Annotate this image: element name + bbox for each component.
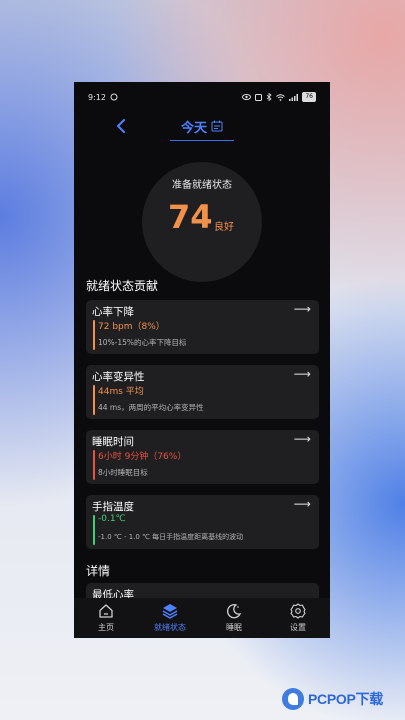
status-bar-indicator <box>93 515 95 545</box>
card-description: 44 ms，两周的平均心率变异性 <box>98 403 204 412</box>
card-description: -1.0 ℃ - 1.0 ℃ 每日手指温度距离基线的波动 <box>98 533 244 541</box>
details-section-title: 详情 <box>86 564 111 578</box>
pcpop-logo-icon <box>282 688 304 710</box>
home-icon <box>99 604 113 618</box>
back-button[interactable] <box>114 115 128 137</box>
card-value: 6小时 9分钟（76%） <box>98 452 187 462</box>
status-bar-indicator <box>93 385 95 415</box>
calendar-icon <box>211 120 223 132</box>
nav-sleep[interactable]: 睡眠 <box>202 598 266 638</box>
score-label: 准备就绪状态 <box>172 180 232 191</box>
layers-icon <box>162 604 178 619</box>
nav-label: 睡眠 <box>226 623 242 632</box>
watermark-brand: PCPOP下载 <box>308 691 383 707</box>
card-title: 心率下降 <box>92 306 134 318</box>
score-grade: 良好 <box>214 222 234 233</box>
date-selector[interactable]: 今天 <box>170 112 234 141</box>
nfc-icon <box>255 93 263 101</box>
status-bar: 9:12 76 <box>74 82 330 112</box>
phone-screen: 9:12 76 今天 准备就绪状态 74 良好 就绪状态贡献 心率下降 ⟶ 72… <box>74 82 330 638</box>
moon-icon <box>227 604 242 619</box>
eye-icon <box>242 94 252 100</box>
nav-readiness[interactable]: 就绪状态 <box>138 598 202 638</box>
arrow-right-icon: ⟶ <box>293 367 311 381</box>
nav-home[interactable]: 主页 <box>74 598 138 638</box>
signal-icon <box>289 93 299 101</box>
nav-settings[interactable]: 设置 <box>266 598 330 638</box>
chevron-left-icon <box>117 119 125 133</box>
card-heart-rate-drop[interactable]: 心率下降 ⟶ 72 bpm（8%） 10%-15%的心率下降目标 <box>86 300 319 354</box>
card-sleep-time[interactable]: 睡眠时间 ⟶ 6小时 9分钟（76%） 8小时睡眠目标 <box>86 430 319 484</box>
card-finger-temperature[interactable]: 手指温度 ⟶ -0.1℃ -1.0 ℃ - 1.0 ℃ 每日手指温度距离基线的波… <box>86 495 319 549</box>
arrow-right-icon: ⟶ <box>293 302 311 316</box>
nav-label: 主页 <box>98 623 114 632</box>
readiness-score-circle: 准备就绪状态 74 良好 <box>142 162 262 282</box>
page-title: 今天 <box>180 120 207 136</box>
nav-label: 设置 <box>290 623 306 632</box>
card-description: 8小时睡眠目标 <box>98 468 148 477</box>
contribution-section-title: 就绪状态贡献 <box>86 279 159 293</box>
arrow-right-icon: ⟶ <box>293 497 311 511</box>
card-value: -0.1℃ <box>98 514 126 524</box>
wifi-icon <box>276 93 286 101</box>
card-value: 72 bpm（8%） <box>98 322 165 332</box>
nav-label: 就绪状态 <box>154 623 186 632</box>
header: 今天 <box>74 112 330 142</box>
card-title: 睡眠时间 <box>92 436 134 448</box>
battery-icon: 76 <box>302 92 316 102</box>
status-bar-indicator <box>93 450 95 480</box>
score-value: 74 <box>168 198 213 236</box>
watermark: PCPOP下载 <box>282 685 402 713</box>
gear-icon <box>290 603 306 619</box>
card-value: 44ms 平均 <box>98 387 144 397</box>
bottom-navigation: 主页 就绪状态 睡眠 设置 <box>74 598 330 638</box>
arrow-right-icon: ⟶ <box>293 432 311 446</box>
card-hrv[interactable]: 心率变异性 ⟶ 44ms 平均 44 ms，两周的平均心率变异性 <box>86 365 319 419</box>
status-bar-indicator <box>93 320 95 350</box>
card-title: 心率变异性 <box>92 371 145 383</box>
status-time: 9:12 <box>88 92 106 102</box>
bluetooth-icon <box>267 93 272 101</box>
card-description: 10%-15%的心率下降目标 <box>98 338 187 347</box>
notification-icon <box>110 93 118 101</box>
card-title: 手指温度 <box>92 501 134 513</box>
